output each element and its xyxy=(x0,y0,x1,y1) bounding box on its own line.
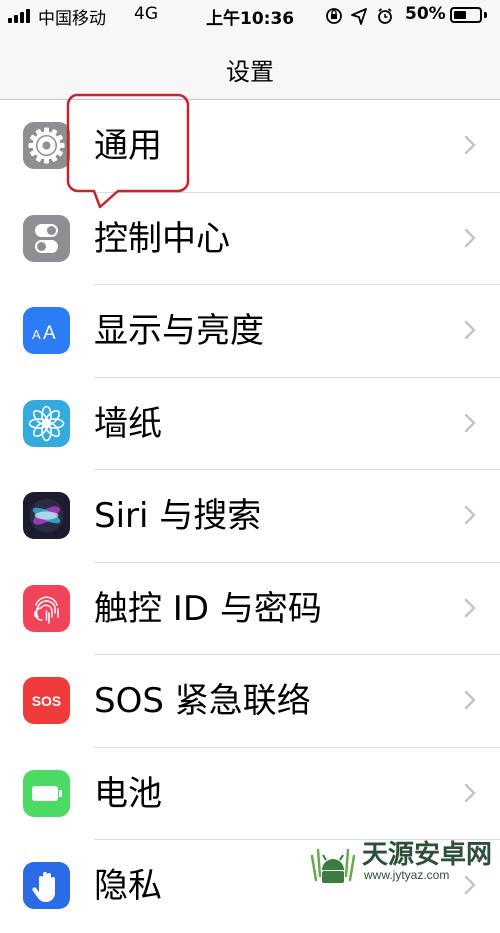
network-type: 4G xyxy=(134,4,158,24)
chevron-right-icon xyxy=(464,505,476,525)
settings-list: 通用 控制中心 A A 显示与亮度 墙纸 Siri 与搜索 触控 ID 与密码 … xyxy=(0,100,500,933)
sos-icon: SOS xyxy=(23,677,70,724)
battery-icon xyxy=(23,769,70,817)
chevron-right-icon xyxy=(464,413,476,432)
watermark: 天源安卓网 www.jytyaz.com xyxy=(308,834,498,888)
android-logo-icon xyxy=(310,848,356,883)
text-size-aa-icon: A A xyxy=(23,307,70,354)
fingerprint-icon xyxy=(23,584,70,632)
watermark-url: www.jytyaz.com xyxy=(364,868,450,882)
settings-item-general[interactable]: 通用 xyxy=(0,100,500,193)
settings-item-label: 触控 ID 与密码 xyxy=(94,588,322,629)
settings-item-label: Siri 与搜索 xyxy=(94,496,262,536)
page-title: 设置 xyxy=(226,58,274,86)
status-icons xyxy=(326,8,392,25)
settings-item-emergency-sos[interactable]: SOS SOS 紧急联络 xyxy=(0,655,500,748)
gear-icon xyxy=(23,122,70,169)
settings-item-wallpaper[interactable]: 墙纸 xyxy=(0,378,500,470)
settings-item-label: 墙纸 xyxy=(94,403,162,444)
battery-percent: 50% xyxy=(405,4,446,24)
location-icon xyxy=(351,8,367,25)
settings-item-label: 通用 xyxy=(94,126,162,166)
clock: 上午10:36 xyxy=(206,9,295,29)
battery-indicator-icon xyxy=(450,7,482,23)
settings-item-label: 显示与亮度 xyxy=(94,311,264,351)
battery-cap xyxy=(484,12,487,18)
settings-item-battery[interactable]: 电池 xyxy=(0,748,500,840)
hand-icon xyxy=(23,862,70,909)
orientation-lock-icon xyxy=(326,8,342,24)
carrier-name: 中国移动 xyxy=(38,9,106,29)
chevron-right-icon xyxy=(464,320,476,340)
settings-item-label: 控制中心 xyxy=(94,218,230,259)
chevron-right-icon xyxy=(464,228,476,247)
settings-item-label: SOS 紧急联络 xyxy=(94,681,311,721)
svg-text:A: A xyxy=(43,323,56,344)
settings-item-control-center[interactable]: 控制中心 xyxy=(0,193,500,285)
sos-icon-text: SOS xyxy=(32,693,62,709)
toggle-switches-icon xyxy=(23,214,70,262)
svg-text:A: A xyxy=(32,327,41,342)
settings-item-label: 电池 xyxy=(94,773,162,814)
chevron-right-icon xyxy=(464,690,476,710)
settings-item-display-brightness[interactable]: A A 显示与亮度 xyxy=(0,285,500,378)
status-bar: 中国移动 4G 上午10:36 50% xyxy=(0,0,500,34)
flower-icon xyxy=(23,399,70,447)
alarm-icon xyxy=(378,8,392,24)
signal-strength-icon xyxy=(8,9,36,23)
settings-item-siri-search[interactable]: Siri 与搜索 xyxy=(0,470,500,563)
siri-icon xyxy=(23,492,70,539)
chevron-right-icon xyxy=(464,783,476,802)
chevron-right-icon xyxy=(464,135,476,155)
settings-item-label: 隐私 xyxy=(94,866,162,906)
settings-item-touch-id-passcode[interactable]: 触控 ID 与密码 xyxy=(0,563,500,655)
navigation-bar: 设置 xyxy=(0,34,500,100)
watermark-title: 天源安卓网 xyxy=(362,840,493,870)
chevron-right-icon xyxy=(464,598,476,617)
